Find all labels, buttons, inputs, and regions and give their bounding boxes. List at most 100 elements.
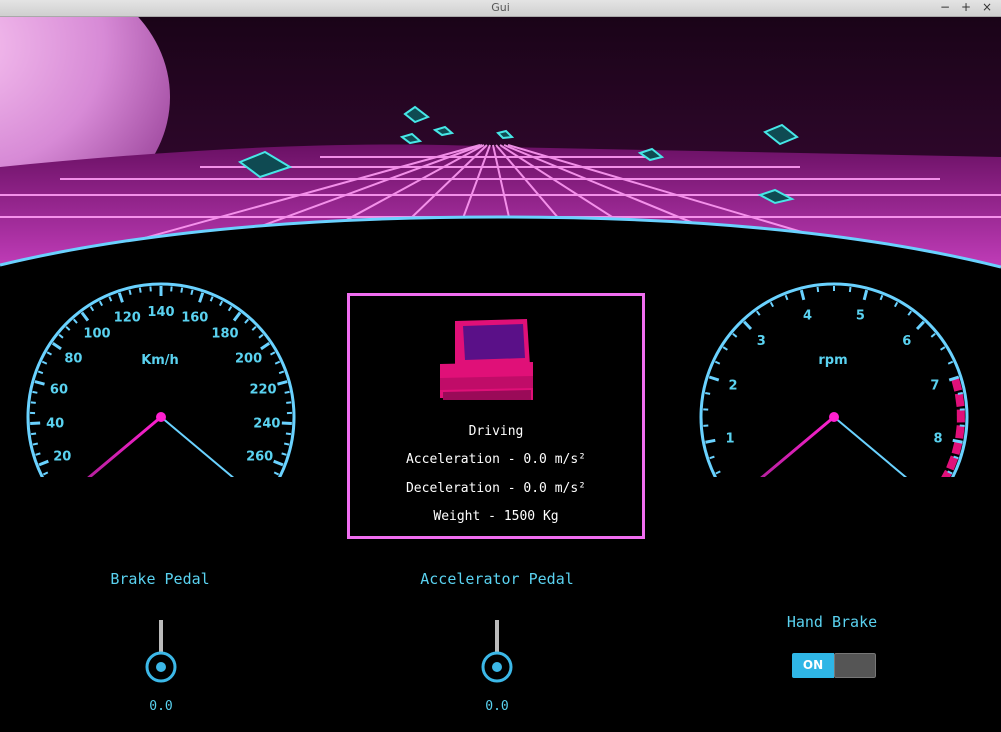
gauge-rest-line [160, 416, 235, 477]
gauge-tick-label: 40 [46, 416, 64, 431]
minor-tick [907, 310, 913, 316]
minor-tick [65, 325, 71, 331]
major-tick [117, 292, 124, 303]
speedometer-unit-label: Km/h [141, 353, 179, 368]
minor-tick [284, 390, 290, 394]
gauge-needle [760, 415, 835, 477]
minimize-icon[interactable]: − [938, 0, 952, 16]
minor-tick [784, 294, 789, 301]
gauge-needle [87, 415, 162, 477]
minor-tick [30, 401, 36, 404]
major-tick [743, 320, 753, 331]
minor-tick [58, 333, 64, 339]
minor-tick [30, 432, 37, 436]
minor-tick [755, 310, 761, 316]
accelerator-pedal-slider[interactable] [477, 620, 517, 690]
redline-segment [941, 469, 953, 477]
minor-tick [209, 296, 214, 302]
close-icon[interactable]: × [980, 0, 994, 16]
minor-tick [722, 346, 728, 351]
gauge-tick-label: 140 [147, 305, 174, 320]
minor-tick [251, 325, 257, 331]
minor-tick [769, 301, 775, 308]
minor-tick [32, 390, 38, 394]
major-tick [705, 438, 716, 444]
minor-tick [270, 351, 276, 356]
gauge-tick-label: 240 [253, 416, 280, 431]
minor-tick [283, 442, 290, 446]
major-tick [260, 341, 271, 351]
minor-tick [274, 360, 281, 365]
gauge-tick-label: 120 [114, 311, 141, 326]
vehicle-status-panel: Driving Acceleration - 0.0 m/s² Decelera… [347, 293, 645, 539]
major-tick [38, 459, 49, 467]
gauge-tick-label: 7 [930, 379, 939, 394]
minor-tick [72, 318, 78, 324]
major-tick [915, 320, 925, 331]
tachometer-unit-label: rpm [818, 353, 848, 368]
gauge-arc [699, 282, 969, 477]
accelerator-pedal-label: Accelerator Pedal [420, 570, 574, 588]
speedometer-gauge: 020406080100120140160180200220240260280 [26, 282, 296, 477]
gauge-tick-label: 180 [211, 327, 238, 342]
major-tick [277, 380, 288, 386]
redline-segment [951, 440, 963, 455]
gauge-tick-label: 20 [53, 450, 71, 465]
minor-tick [42, 471, 49, 476]
gauge-hub [829, 412, 839, 422]
window-titlebar: Gui − + × [0, 0, 1001, 17]
major-tick [708, 375, 720, 382]
minor-tick [705, 392, 711, 395]
minor-tick [37, 370, 44, 375]
car-icon [440, 319, 533, 400]
minor-tick [286, 401, 292, 404]
gauge-tick-label: 160 [181, 311, 208, 326]
minor-tick [816, 286, 820, 293]
minor-tick [244, 318, 250, 324]
maximize-icon[interactable]: + [959, 0, 973, 16]
redline-segment [955, 425, 965, 439]
gauge-tick-label: 6 [902, 334, 911, 349]
drive-mode-text: Driving [468, 424, 524, 439]
gauge-tick-label: 260 [246, 450, 273, 465]
minor-tick [98, 300, 104, 307]
gauge-tick-label: 200 [235, 351, 262, 366]
major-tick [80, 311, 90, 322]
gauge-tick-label: 5 [856, 308, 865, 323]
hand-brake-knob[interactable] [834, 653, 876, 678]
gauge-tick-label: 80 [64, 351, 82, 366]
minor-tick [227, 305, 233, 312]
window-title: Gui [491, 1, 510, 14]
hand-brake-toggle[interactable]: ON [792, 653, 876, 678]
minor-tick [138, 287, 142, 293]
redline-segment [954, 393, 965, 407]
major-tick [232, 311, 242, 322]
brake-pedal-value: 0.0 [149, 699, 173, 714]
minor-tick [947, 360, 954, 365]
minor-tick [218, 300, 224, 307]
brake-pedal-slider[interactable] [141, 620, 181, 690]
minor-tick [281, 452, 287, 456]
minor-tick [940, 346, 946, 351]
deceleration-text: Deceleration - 0.0 m/s² [405, 481, 586, 496]
gauge-rest-line [833, 416, 908, 477]
redline-segment [946, 455, 959, 471]
major-tick [51, 341, 62, 351]
dashboard-scene: 020406080100120140160180200220240260280 … [0, 17, 1001, 732]
minor-tick [46, 351, 52, 356]
minor-tick [89, 305, 95, 312]
gauge-tick-label: 3 [757, 334, 766, 349]
minor-tick [108, 296, 113, 302]
minor-tick [714, 360, 721, 365]
gauge-tick-label: 8 [933, 431, 942, 446]
gauge-tick-label: 1 [725, 431, 734, 446]
major-tick [952, 438, 963, 444]
gauge-tick-label: 2 [729, 379, 738, 394]
minor-tick [957, 392, 963, 395]
acceleration-text: Acceleration - 0.0 m/s² [405, 452, 586, 467]
gauge-tick-label: 4 [803, 308, 812, 323]
minor-tick [848, 286, 852, 293]
weight-text: Weight - 1500 Kg [433, 509, 559, 524]
accelerator-pedal-value: 0.0 [485, 699, 509, 714]
minor-tick [893, 301, 899, 308]
